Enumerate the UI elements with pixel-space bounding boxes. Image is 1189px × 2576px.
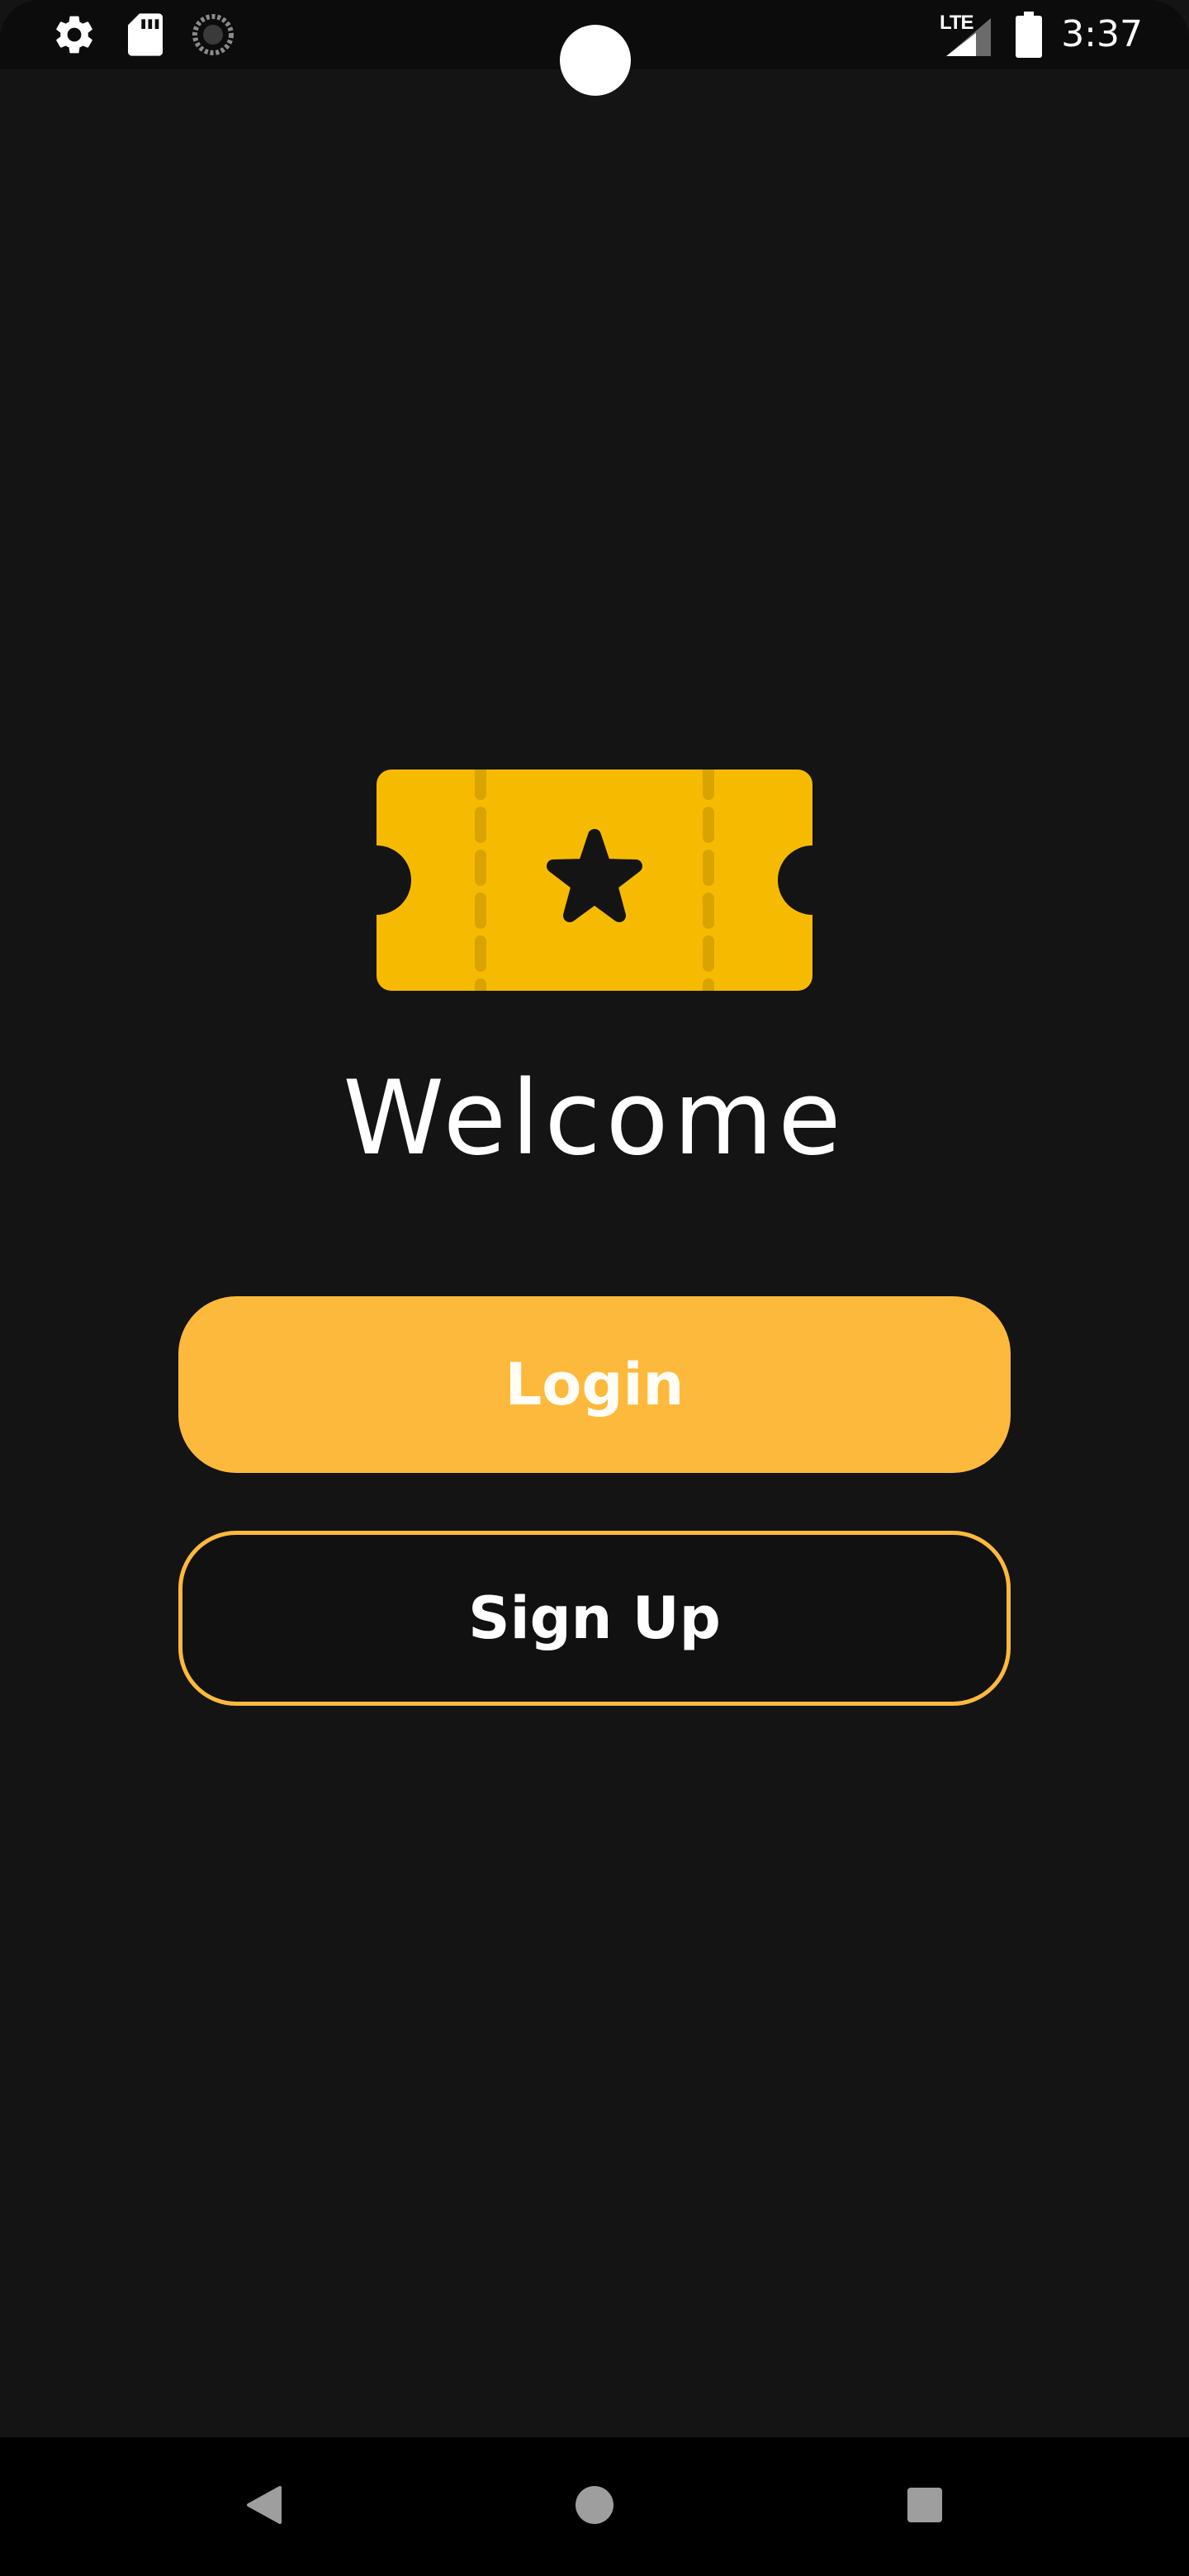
battery-icon	[1016, 12, 1042, 61]
recents-icon	[906, 2486, 944, 2527]
ticket-star-icon	[377, 764, 812, 997]
navigation-bar	[0, 2437, 1189, 2576]
status-bar: LTE 3:37	[0, 0, 1189, 96]
home-icon	[574, 2484, 615, 2529]
back-icon	[245, 2484, 283, 2529]
login-button[interactable]: Login	[178, 1296, 1011, 1473]
login-button-label: Login	[504, 1351, 685, 1418]
signup-button-label: Sign Up	[468, 1584, 721, 1652]
cell-signal-icon	[946, 18, 991, 59]
sync-icon	[192, 13, 234, 59]
home-button[interactable]	[528, 2437, 661, 2576]
camera-cutout	[560, 25, 631, 96]
status-time: 3:37	[1061, 13, 1143, 55]
back-button[interactable]	[198, 2437, 330, 2576]
welcome-title: Welcome	[343, 1059, 846, 1178]
welcome-screen: LTE 3:37 Welcome Login Sign Up	[0, 0, 1189, 2576]
sd-card-icon	[126, 12, 165, 61]
recents-button[interactable]	[859, 2437, 991, 2576]
signup-button[interactable]: Sign Up	[178, 1531, 1011, 1706]
settings-icon	[51, 12, 97, 61]
